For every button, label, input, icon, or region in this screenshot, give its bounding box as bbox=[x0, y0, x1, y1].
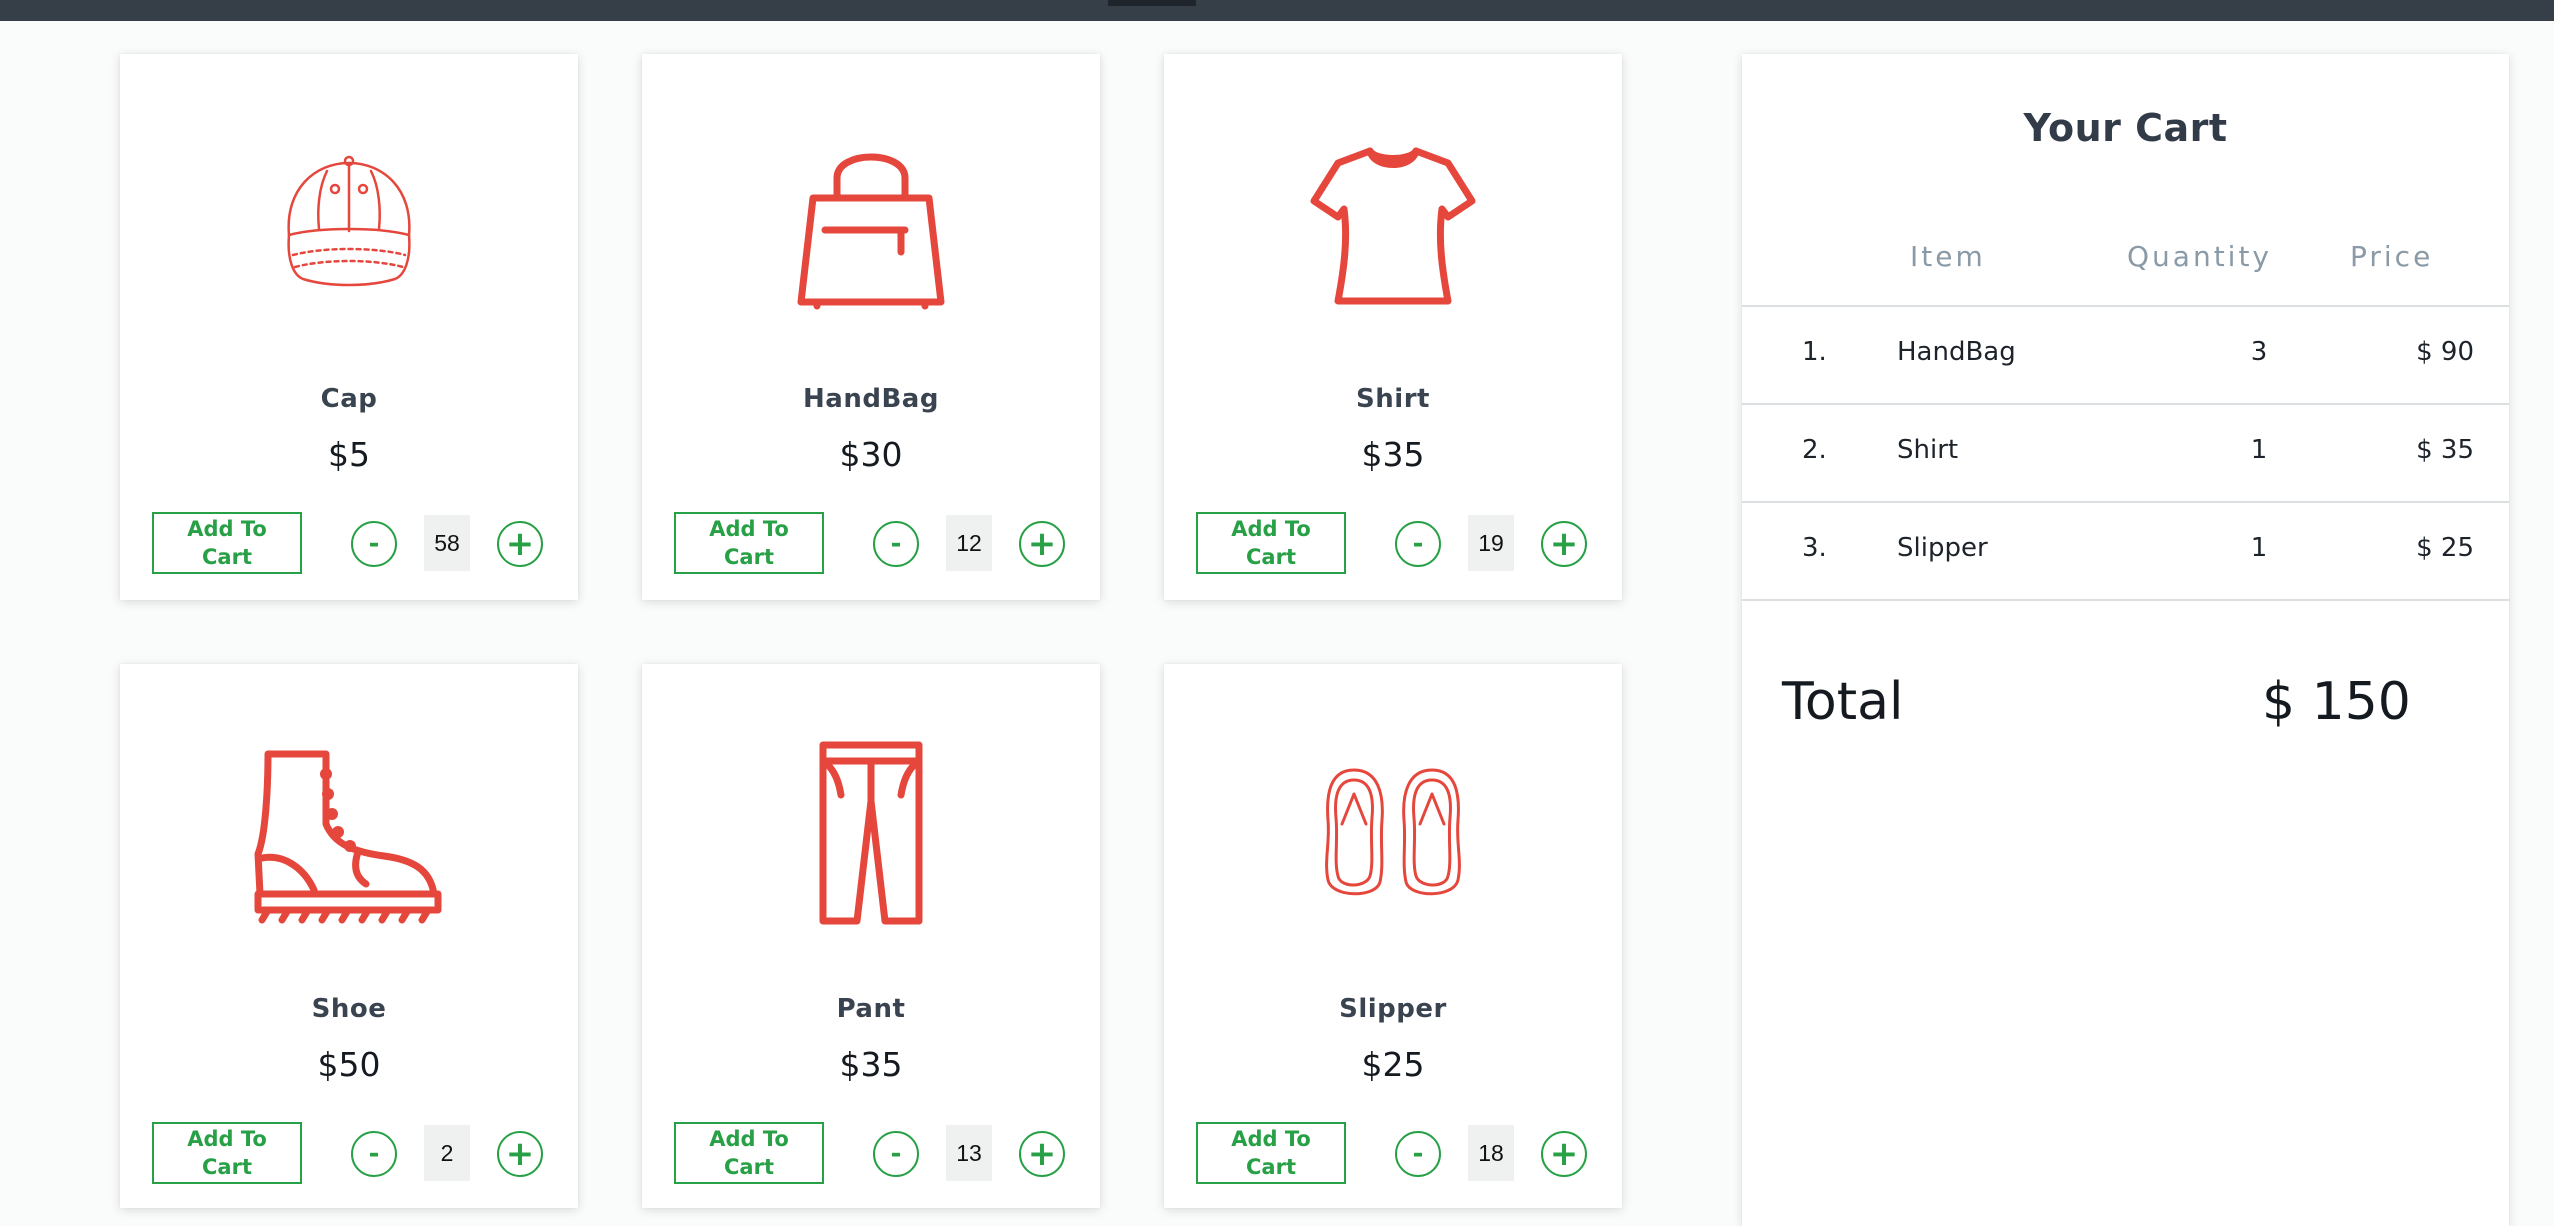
product-card-handbag: HandBag $30 Add To Cart - 12 + bbox=[642, 54, 1100, 600]
decrease-quantity-button[interactable]: - bbox=[351, 1131, 397, 1177]
row-index: 1. bbox=[1802, 337, 1827, 367]
quantity-input[interactable]: 58 bbox=[424, 515, 470, 571]
product-name: HandBag bbox=[803, 384, 939, 414]
product-name: Shoe bbox=[311, 994, 387, 1024]
product-price: $5 bbox=[328, 435, 370, 474]
total-label: Total bbox=[1782, 672, 1904, 732]
cart-panel: Your Cart Item Quantity Price 1. HandBag… bbox=[1742, 54, 2509, 1226]
total-value: $ 150 bbox=[2262, 672, 2411, 732]
pants-icon bbox=[819, 741, 923, 925]
column-header-item: Item bbox=[1910, 240, 1986, 273]
increase-quantity-button[interactable]: + bbox=[1019, 1131, 1065, 1177]
product-price: $30 bbox=[839, 435, 903, 474]
shirt-icon bbox=[1310, 147, 1476, 305]
row-item-name: Slipper bbox=[1897, 533, 1988, 563]
product-card-shirt: Shirt $35 Add To Cart - 19 + bbox=[1164, 54, 1622, 600]
product-card-shoe: Shoe $50 Add To Cart - 2 + bbox=[120, 664, 578, 1208]
product-image bbox=[1164, 664, 1622, 1004]
cart-row: 2. Shirt 1 $ 35 bbox=[1742, 405, 2509, 501]
cap-icon bbox=[287, 155, 411, 287]
decrease-quantity-button[interactable]: - bbox=[1395, 1131, 1441, 1177]
quantity-input[interactable]: 12 bbox=[946, 515, 992, 571]
cart-row: 1. HandBag 3 $ 90 bbox=[1742, 307, 2509, 403]
row-quantity: 1 bbox=[2250, 533, 2268, 563]
boot-icon bbox=[254, 750, 442, 924]
decrease-quantity-button[interactable]: - bbox=[873, 521, 919, 567]
product-name: Pant bbox=[836, 994, 906, 1024]
product-image bbox=[1164, 54, 1622, 394]
cart-title: Your Cart bbox=[2023, 106, 2228, 150]
increase-quantity-button[interactable]: + bbox=[497, 1131, 543, 1177]
row-item-name: Shirt bbox=[1897, 435, 1959, 465]
row-index: 2. bbox=[1802, 435, 1827, 465]
product-card-cap: Cap $5 Add To Cart - 58 + bbox=[120, 54, 578, 600]
add-to-cart-button[interactable]: Add To Cart bbox=[152, 512, 302, 574]
product-image bbox=[120, 54, 578, 394]
increase-quantity-button[interactable]: + bbox=[497, 521, 543, 567]
decrease-quantity-button[interactable]: - bbox=[1395, 521, 1441, 567]
row-item-name: HandBag bbox=[1897, 337, 2016, 367]
increase-quantity-button[interactable]: + bbox=[1019, 521, 1065, 567]
table-divider bbox=[1742, 599, 2509, 601]
row-quantity: 3 bbox=[2250, 337, 2268, 367]
column-header-quantity: Quantity bbox=[2127, 240, 2272, 273]
product-image bbox=[642, 664, 1100, 1004]
product-price: $25 bbox=[1361, 1045, 1425, 1084]
quantity-input[interactable]: 13 bbox=[946, 1125, 992, 1181]
slippers-icon bbox=[1325, 768, 1461, 896]
decrease-quantity-button[interactable]: - bbox=[873, 1131, 919, 1177]
row-quantity: 1 bbox=[2250, 435, 2268, 465]
product-image bbox=[120, 664, 578, 1004]
add-to-cart-button[interactable]: Add To Cart bbox=[674, 512, 824, 574]
quantity-input[interactable]: 18 bbox=[1468, 1125, 1514, 1181]
product-price: $50 bbox=[317, 1045, 381, 1084]
quantity-input[interactable]: 2 bbox=[424, 1125, 470, 1181]
add-to-cart-button[interactable]: Add To Cart bbox=[152, 1122, 302, 1184]
product-card-pant: Pant $35 Add To Cart - 13 + bbox=[642, 664, 1100, 1208]
product-image bbox=[642, 54, 1100, 394]
row-price: $ 25 bbox=[2416, 533, 2474, 563]
product-price: $35 bbox=[839, 1045, 903, 1084]
increase-quantity-button[interactable]: + bbox=[1541, 1131, 1587, 1177]
product-card-slipper: Slipper $25 Add To Cart - 18 + bbox=[1164, 664, 1622, 1208]
product-price: $35 bbox=[1361, 435, 1425, 474]
row-price: $ 90 bbox=[2416, 337, 2474, 367]
add-to-cart-button[interactable]: Add To Cart bbox=[1196, 512, 1346, 574]
decrease-quantity-button[interactable]: - bbox=[351, 521, 397, 567]
column-header-price: Price bbox=[2350, 240, 2434, 273]
increase-quantity-button[interactable]: + bbox=[1541, 521, 1587, 567]
row-index: 3. bbox=[1802, 533, 1827, 563]
product-name: Shirt bbox=[1356, 384, 1430, 414]
add-to-cart-button[interactable]: Add To Cart bbox=[674, 1122, 824, 1184]
active-tab-indicator bbox=[1108, 0, 1196, 6]
product-name: Cap bbox=[320, 384, 378, 414]
row-price: $ 35 bbox=[2416, 435, 2474, 465]
handbag-icon bbox=[797, 153, 945, 310]
top-nav-bar bbox=[0, 0, 2554, 21]
quantity-input[interactable]: 19 bbox=[1468, 515, 1514, 571]
add-to-cart-button[interactable]: Add To Cart bbox=[1196, 1122, 1346, 1184]
cart-row: 3. Slipper 1 $ 25 bbox=[1742, 503, 2509, 599]
product-name: Slipper bbox=[1339, 994, 1447, 1024]
